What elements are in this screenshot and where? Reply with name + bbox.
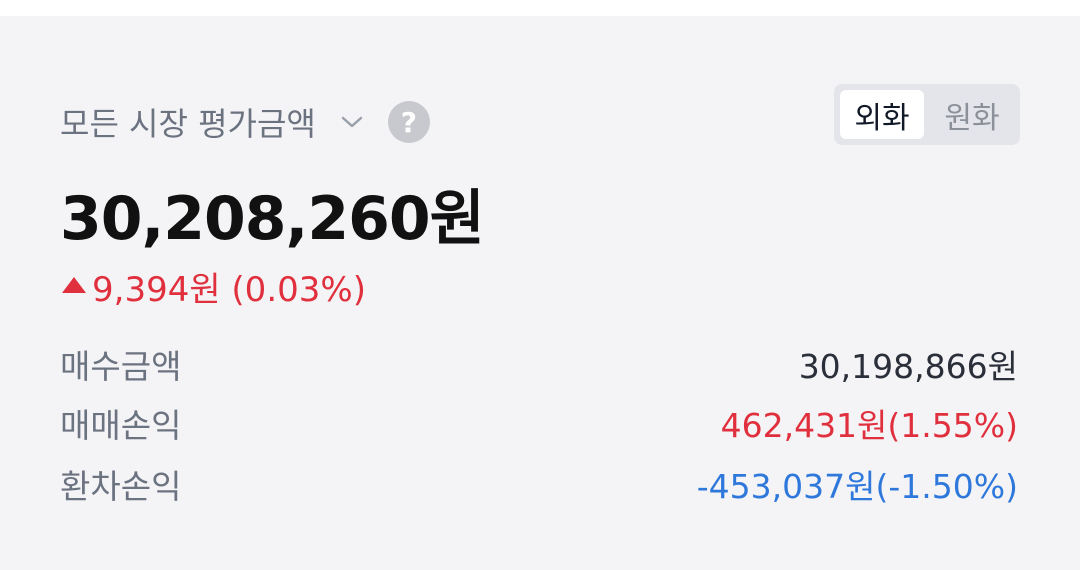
toggle-foreign-currency[interactable]: 외화 [840, 90, 924, 139]
valuation-change: 9,394원 (0.03%) [62, 262, 366, 311]
detail-row-trading-pnl: 매매손익 462,431원(1.55%) [60, 399, 1018, 447]
detail-row-fx-pnl: 환차손익 -453,037원(-1.50%) [60, 460, 1018, 508]
total-valuation: 30,208,260원 [60, 184, 485, 254]
chevron-down-icon[interactable] [338, 108, 366, 136]
detail-label: 환차손익 [60, 467, 182, 506]
detail-value: -453,037원(-1.50%) [696, 467, 1018, 506]
detail-label: 매매손익 [60, 406, 182, 445]
help-question-icon[interactable]: ? [387, 101, 430, 143]
detail-value: 462,431원(1.55%) [720, 406, 1018, 445]
market-header: 모든 시장 평가금액 ? [60, 92, 430, 152]
detail-row-purchase: 매수금액 30,198,866원 [60, 340, 1018, 388]
detail-value: 30,198,866원 [798, 347, 1018, 386]
currency-toggle: 외화 원화 [834, 84, 1020, 145]
detail-label: 매수금액 [60, 347, 182, 386]
triangle-up-icon [62, 276, 86, 293]
market-title[interactable]: 모든 시장 평가금액 [60, 99, 316, 145]
valuation-change-text: 9,394원 (0.03%) [92, 270, 366, 310]
portfolio-summary-card: 모든 시장 평가금액 ? 외화 원화 30,208,260원 9,394원 (0… [0, 16, 1080, 570]
toggle-krw[interactable]: 원화 [930, 90, 1014, 139]
